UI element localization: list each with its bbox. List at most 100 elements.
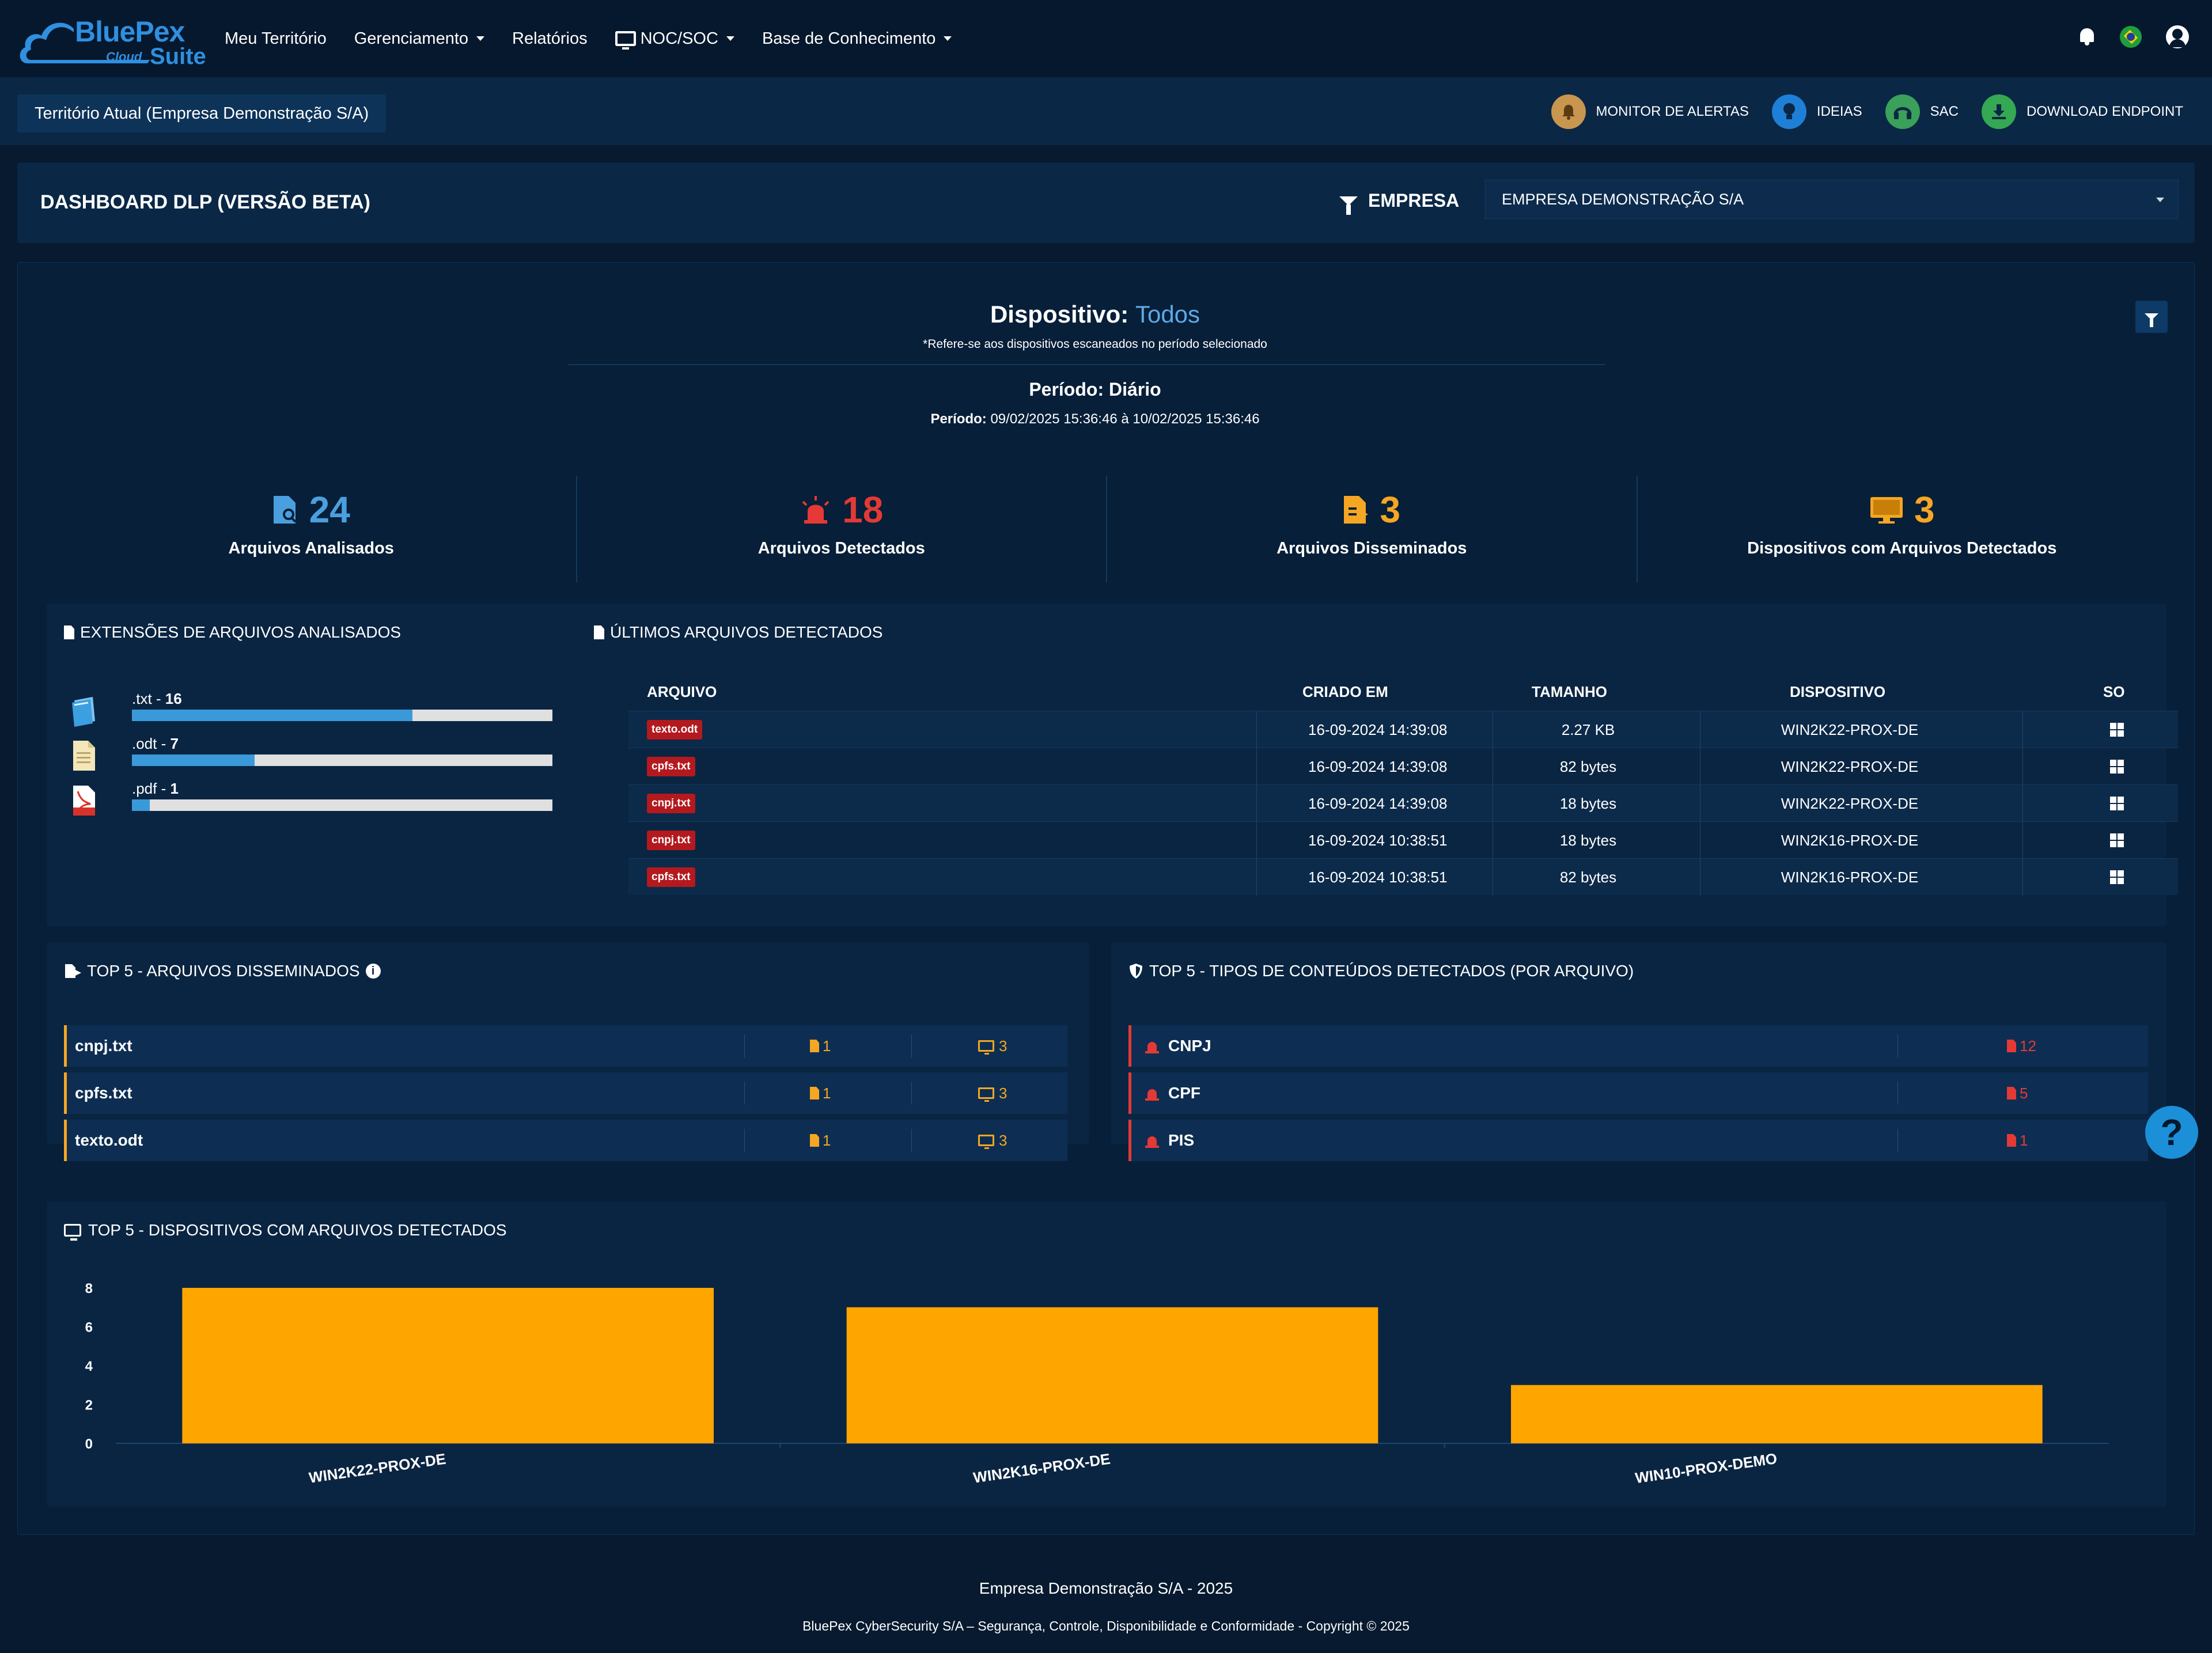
column-header[interactable]: SO [2103, 683, 2125, 701]
bar[interactable] [1511, 1385, 2043, 1443]
column-divider [911, 1129, 912, 1152]
table-row[interactable]: cpfs.txt 16-09-2024 14:39:08 82 bytes WIN2K… [628, 748, 2178, 785]
created-cell: 16-09-2024 10:38:51 [1308, 831, 1448, 849]
content-count: 5 [2007, 1085, 2028, 1102]
odt-file-icon [73, 741, 95, 771]
column-header[interactable]: ARQUIVO [647, 683, 717, 701]
size-cell: 18 bytes [1559, 831, 1617, 849]
table-row[interactable]: cnpj.txt 16-09-2024 14:39:08 18 bytes WIN2K… [628, 784, 2178, 822]
file-share-icon [1344, 496, 1369, 524]
file-name: cpfs.txt [75, 1084, 132, 1102]
quick-link-label: DOWNLOAD ENDPOINT [2026, 104, 2183, 119]
period-range-label: Período: [930, 411, 987, 427]
siren-icon [1144, 1038, 1160, 1053]
file-icon [64, 625, 74, 639]
file-tag[interactable]: cpfs.txt [647, 867, 695, 887]
table-row[interactable]: texto.odt 16-09-2024 14:39:08 2.27 KB WIN2K… [628, 711, 2178, 748]
list-item[interactable]: CPF 5 [1128, 1072, 2148, 1114]
menu-base-conhecimento[interactable]: Base de Conhecimento [762, 29, 952, 48]
devices-count: 3 [978, 1037, 1007, 1055]
file-tag[interactable]: cnpj.txt [647, 794, 695, 813]
extension-progress [132, 799, 552, 811]
file-icon [2007, 1040, 2016, 1052]
list-item[interactable]: cpfs.txt 1 3 [64, 1072, 1067, 1114]
column-divider [744, 1034, 745, 1057]
device-title: Dispositivo: Todos [18, 301, 2172, 328]
column-header[interactable]: DISPOSITIVO [1790, 683, 1885, 701]
territory-badge[interactable]: Território Atual (Empresa Demonstração S… [17, 94, 387, 132]
chevron-down-icon [944, 36, 952, 41]
extension-progress-fill [132, 710, 412, 721]
sac-link[interactable]: SAC [1885, 94, 1959, 129]
windows-icon [2110, 723, 2124, 737]
top-disseminated-panel: TOP 5 - ARQUIVOS DISSEMINADOS i cnpj.txt… [47, 942, 1089, 1161]
column-header[interactable]: TAMANHO [1532, 683, 1607, 701]
list-item[interactable]: texto.odt 1 3 [64, 1120, 1067, 1161]
footer: Empresa Demonstração S/A - 2025 BluePex … [0, 1561, 2212, 1653]
file-cell: texto.odt [647, 711, 703, 748]
help-button[interactable]: ? [2145, 1106, 2198, 1159]
column-divider [2022, 785, 2023, 822]
file-tag[interactable]: cnpj.txt [647, 831, 695, 850]
file-tag[interactable]: cpfs.txt [647, 757, 695, 776]
menu-meu-territorio[interactable]: Meu Território [225, 29, 327, 48]
info-icon[interactable]: i [365, 964, 381, 979]
file-icon [810, 1087, 819, 1100]
files-count: 1 [810, 1085, 831, 1102]
chevron-down-icon [2156, 198, 2164, 202]
column-header[interactable]: CRIADO EM [1302, 683, 1388, 701]
bar[interactable] [846, 1307, 1378, 1443]
file-icon [594, 625, 604, 639]
stat-value-wrap: 24 [47, 488, 576, 531]
windows-icon [2110, 870, 2124, 884]
list-item[interactable]: cnpj.txt 1 3 [64, 1025, 1067, 1067]
user-avatar-icon[interactable] [2166, 25, 2189, 48]
file-name: cnpj.txt [75, 1037, 132, 1055]
menu-label: NOC/SOC [640, 29, 718, 48]
filter-icon [1339, 196, 1358, 215]
stat-value: 3 [1914, 489, 1935, 530]
stat-arquivos-detectados: 18 Arquivos Detectados [577, 476, 1107, 582]
bar[interactable] [182, 1288, 714, 1443]
y-tick-label: 4 [85, 1359, 93, 1374]
os-cell [2110, 822, 2124, 859]
recent-title: ÚLTIMOS ARQUIVOS DETECTADOS [594, 623, 882, 642]
quick-link-label: IDEIAS [1816, 104, 1862, 119]
stat-label: Arquivos Disseminados [1277, 539, 1467, 558]
windows-icon [2110, 760, 2124, 774]
company-select[interactable]: EMPRESA DEMONSTRAÇÃO S/A [1485, 180, 2179, 219]
file-icon [2007, 1134, 2016, 1147]
list-item[interactable]: PIS 1 [1128, 1120, 2148, 1161]
column-divider [1897, 1129, 1898, 1152]
menu-gerenciamento[interactable]: Gerenciamento [354, 29, 485, 48]
brand-sub: Cloud [106, 50, 142, 64]
filter-button[interactable] [2135, 301, 2168, 333]
file-export-icon [65, 964, 81, 978]
content-type: CNPJ [1144, 1037, 1211, 1055]
menu-noc-soc[interactable]: NOC/SOC [615, 29, 734, 50]
brazil-flag-icon[interactable] [2120, 26, 2142, 48]
ideias-link[interactable]: IDEIAS [1771, 94, 1862, 129]
bell-icon[interactable] [2078, 27, 2096, 47]
bluepex-logo[interactable]: BluePex Cloud Suite [17, 10, 206, 69]
monitor-icon [978, 1135, 994, 1149]
file-tag[interactable]: texto.odt [647, 720, 703, 740]
monitor-icon [978, 1040, 994, 1055]
column-divider [1256, 748, 1257, 785]
file-search-icon [273, 496, 297, 524]
table-row[interactable]: cnpj.txt 16-09-2024 10:38:51 18 bytes WIN2K… [628, 821, 2178, 859]
list-item[interactable]: CNPJ 12 [1128, 1025, 2148, 1067]
period-range-value: 09/02/2025 15:36:46 à 10/02/2025 15:36:4… [990, 411, 1260, 427]
extension-label: .odt - 7 [132, 735, 179, 752]
table-row[interactable]: cpfs.txt 16-09-2024 10:38:51 82 bytes WIN2K… [628, 858, 2178, 896]
extension-item-txt: .txt - 16 [70, 690, 565, 730]
monitor-alertas-link[interactable]: MONITOR DE ALERTAS [1551, 94, 1749, 129]
empresa-filter-label: EMPRESA [1339, 190, 1459, 215]
top-content-title-text: TOP 5 - TIPOS DE CONTEÚDOS DETECTADOS (P… [1149, 962, 1634, 980]
device-label: Dispositivo: [990, 301, 1129, 328]
devices-count: 3 [978, 1132, 1007, 1150]
file-cell: cpfs.txt [647, 748, 695, 785]
menu-relatorios[interactable]: Relatórios [512, 29, 588, 48]
download-endpoint-link[interactable]: DOWNLOAD ENDPOINT [1981, 94, 2183, 129]
quick-link-label: SAC [1930, 104, 1959, 119]
